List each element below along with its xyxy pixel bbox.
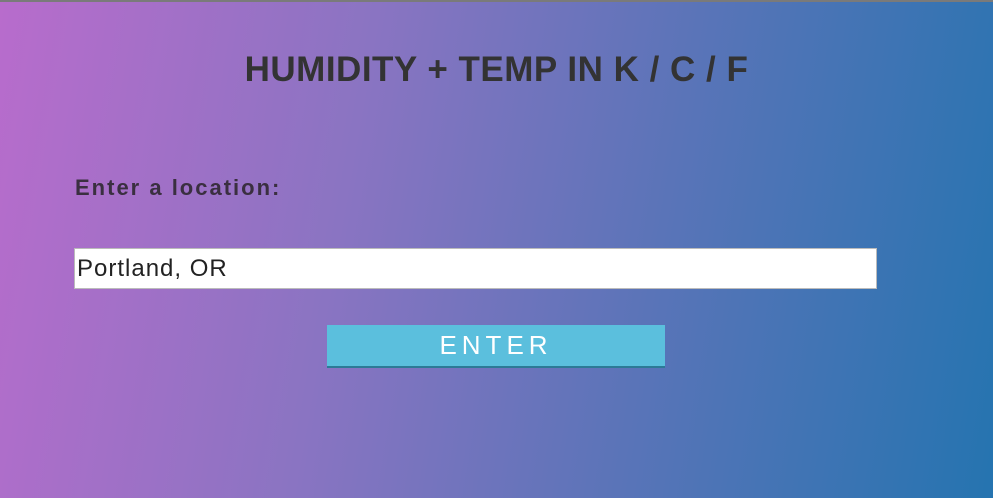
enter-button[interactable]: ENTER xyxy=(327,325,665,368)
location-input[interactable] xyxy=(74,248,877,289)
page-title: HUMIDITY + TEMP IN K / C / F xyxy=(244,50,749,89)
location-label: Enter a location: xyxy=(75,175,282,200)
